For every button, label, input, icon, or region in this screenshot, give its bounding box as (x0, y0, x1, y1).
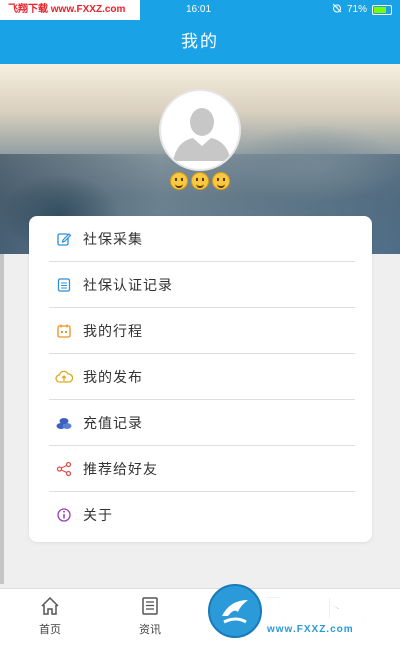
avatar[interactable] (159, 89, 241, 171)
menu-item-my-itinerary[interactable]: 我的行程 (49, 308, 355, 354)
watermark-bottom: 飞翔下载 www.FXXZ.com (205, 582, 400, 652)
status-time: 16:01 (186, 4, 212, 15)
edit-icon (55, 230, 73, 248)
status-indicators: 71% (332, 3, 392, 16)
watermark-title: 飞翔下载 (262, 594, 372, 625)
menu-item-my-posts[interactable]: 我的发布 (49, 354, 355, 400)
news-icon (139, 595, 161, 617)
share-icon (55, 460, 73, 478)
menu-item-label: 关于 (83, 508, 113, 524)
menu-card: 社保采集 社保认证记录 我的行程 我的发布 充值记录 推荐给好友 关于 (29, 216, 372, 542)
tab-label: 资讯 (139, 623, 161, 636)
smiley-icon (170, 172, 188, 190)
smiley-icon (191, 172, 209, 190)
battery-icon (372, 4, 392, 15)
tab-label: 首页 (39, 623, 61, 636)
menu-item-about[interactable]: 关于 (49, 492, 355, 538)
menu-item-social-security-auth-records[interactable]: 社保认证记录 (49, 262, 355, 308)
cloud-upload-icon (55, 368, 73, 386)
home-icon (39, 595, 61, 617)
watermark-url: www.FXXZ.com (267, 624, 354, 635)
info-icon (55, 506, 73, 524)
watermark-top: 飞翔下载 www.FXXZ.com (0, 0, 140, 20)
side-divider (0, 254, 4, 584)
menu-item-label: 我的行程 (83, 323, 143, 340)
calendar-icon (55, 322, 73, 340)
menu-item-recharge-records[interactable]: 充值记录 (49, 400, 355, 446)
menu-item-label: 社保采集 (83, 231, 143, 248)
tab-news[interactable]: 资讯 (120, 595, 180, 637)
emoji-row (170, 172, 230, 190)
status-bar: 飞翔下载 www.FXXZ.com 16:01 71% (0, 0, 400, 20)
hero-background-detail (230, 124, 400, 204)
document-list-icon (55, 276, 73, 294)
coins-icon (55, 414, 73, 432)
menu-item-label: 我的发布 (83, 369, 143, 386)
tab-home[interactable]: 首页 (20, 595, 80, 637)
watermark-logo-icon (208, 584, 262, 638)
alarm-icon (332, 3, 342, 16)
menu-item-label: 社保认证记录 (83, 277, 173, 294)
menu-item-label: 推荐给好友 (83, 461, 158, 478)
menu-item-social-security-collect[interactable]: 社保采集 (49, 216, 355, 262)
menu-item-label: 充值记录 (83, 415, 143, 432)
smiley-icon (212, 172, 230, 190)
page-title: 我的 (0, 20, 400, 64)
menu-item-recommend-to-friends[interactable]: 推荐给好友 (49, 446, 355, 492)
battery-percent: 71% (346, 4, 367, 15)
